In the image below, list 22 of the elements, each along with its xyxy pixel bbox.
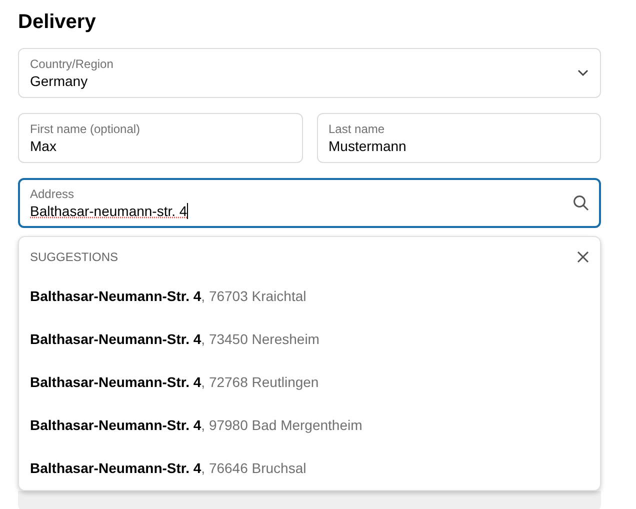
section-heading: Delivery [18,10,97,34]
input-field[interactable]: Last name Mustermann [316,113,601,163]
field-label: First name (optional) [30,122,140,136]
field-label: Address [30,187,74,201]
field-value: Max [30,138,56,154]
suggestion-item[interactable]: Balthasar-Neumann-Str. 4, 76703 Kraichtal [30,275,306,318]
suggestion-item[interactable]: Balthasar-Neumann-Str. 4, 73450 Neresheim [30,318,320,361]
field-value: Germany [30,73,88,89]
input-field[interactable]: Address Balthasar-neumann-str. 4 [18,178,601,228]
search-icon [573,195,589,211]
field-label: Last name [328,122,385,136]
country-select[interactable]: Country/Region Germany [18,48,601,98]
suggestion-item[interactable]: Balthasar-Neumann-Str. 4, 97980 Bad Mergentheim [30,404,362,447]
field-value: Balthasar-neumann-str. 4 [30,203,188,219]
chevron-down-icon [577,69,589,77]
suggestions-title: SUGGESTIONS [30,250,118,264]
close-icon[interactable] [577,251,589,263]
suggestion-item[interactable]: Balthasar-Neumann-Str. 4, 76646 Bruchsal [30,447,306,490]
field-value: Mustermann [328,138,406,154]
input-field[interactable]: First name (optional) Max [18,113,302,163]
field-label: Country/Region [30,57,114,71]
suggestion-item[interactable]: Balthasar-Neumann-Str. 4, 72768 Reutlingen [30,361,319,404]
